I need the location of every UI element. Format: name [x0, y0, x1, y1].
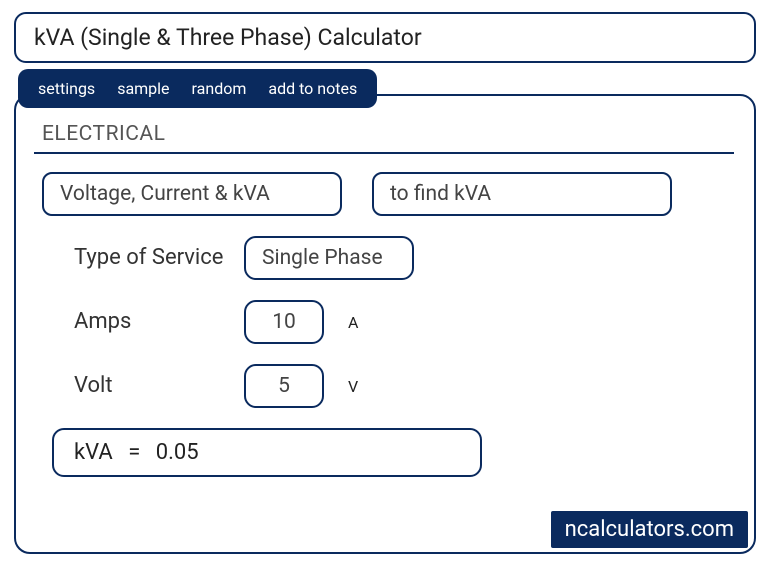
- tab-random[interactable]: random: [192, 79, 247, 98]
- page-title: kVA (Single & Three Phase) Calculator: [14, 12, 756, 63]
- mode-selects-row: Voltage, Current & kVA to find kVA: [42, 172, 736, 216]
- mode-select[interactable]: Voltage, Current & kVA: [42, 172, 342, 216]
- equals-sign: =: [128, 440, 140, 465]
- volt-label: Volt: [74, 373, 224, 399]
- amps-unit: A: [348, 313, 358, 332]
- result-label: kVA: [74, 440, 113, 465]
- volt-unit: V: [348, 377, 358, 396]
- calculator-panel: ELECTRICAL Voltage, Current & kVA to fin…: [14, 94, 756, 554]
- result-box: kVA = 0.05: [52, 428, 482, 477]
- volt-row: Volt 5 V: [74, 364, 736, 408]
- amps-row: Amps 10 A: [74, 300, 736, 344]
- result-value: 0.05: [156, 440, 199, 465]
- tab-add-to-notes[interactable]: add to notes: [268, 79, 357, 98]
- volt-input[interactable]: 5: [244, 364, 324, 408]
- service-select[interactable]: Single Phase: [244, 236, 414, 280]
- goal-select[interactable]: to find kVA: [372, 172, 672, 216]
- service-label: Type of Service: [74, 245, 224, 271]
- watermark: ncalculators.com: [551, 511, 748, 548]
- amps-input[interactable]: 10: [244, 300, 324, 344]
- section-heading: ELECTRICAL: [34, 118, 734, 154]
- tab-sample[interactable]: sample: [117, 79, 169, 98]
- tab-settings[interactable]: settings: [38, 79, 95, 98]
- amps-label: Amps: [74, 309, 224, 335]
- service-row: Type of Service Single Phase: [74, 236, 736, 280]
- tab-bar: settings sample random add to notes: [18, 69, 377, 108]
